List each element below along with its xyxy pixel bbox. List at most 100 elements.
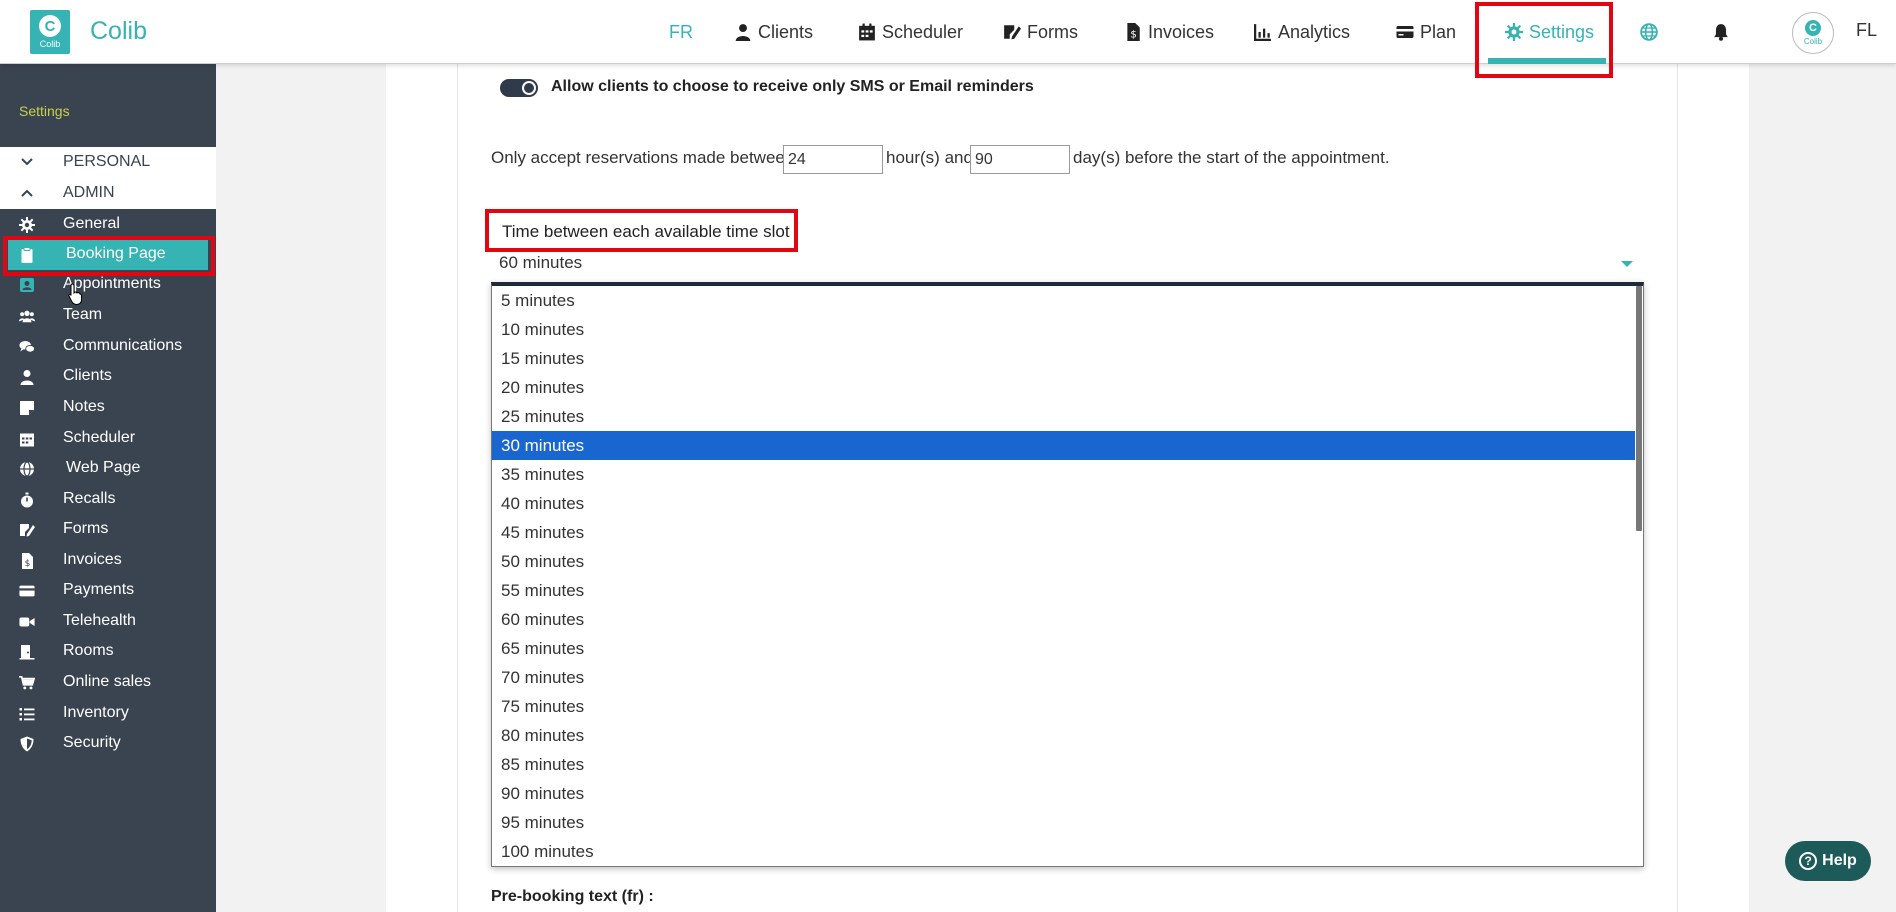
active-tab-indicator	[1488, 58, 1606, 64]
invoice-icon: $	[1124, 23, 1142, 41]
time-slot-option[interactable]: 35 minutes	[492, 460, 1643, 489]
time-slot-option[interactable]: 60 minutes	[492, 605, 1643, 634]
signature-icon	[19, 522, 35, 538]
min-hours-input[interactable]	[783, 145, 883, 174]
nav-settings[interactable]: Settings	[1505, 0, 1594, 64]
section-personal[interactable]: PERSONAL	[0, 147, 216, 178]
time-slot-options-list[interactable]: 5 minutes 10 minutes 15 minutes 20 minutes 2…	[491, 282, 1644, 867]
dropdown-scrollbar[interactable]	[1636, 286, 1642, 531]
time-slot-option[interactable]: 45 minutes	[492, 518, 1643, 547]
time-slot-option[interactable]: 90 minutes	[492, 779, 1643, 808]
colib-logo[interactable]: C Colib	[30, 10, 70, 54]
pre-booking-text-label: Pre-booking text (fr) :	[491, 888, 654, 905]
time-slot-option[interactable]: 30 minutes	[492, 431, 1635, 460]
time-slot-option[interactable]: 55 minutes	[492, 576, 1643, 605]
calendar-icon	[858, 23, 876, 41]
sidebar-item-booking-page[interactable]: Booking Page	[8, 240, 208, 270]
time-slot-option[interactable]: 95 minutes	[492, 808, 1643, 837]
sidebar-item-clients[interactable]: Clients	[0, 362, 216, 392]
shield-icon	[19, 736, 35, 752]
time-slot-option[interactable]: 20 minutes	[492, 373, 1643, 402]
gear-icon	[19, 217, 35, 233]
language-globe-button[interactable]	[1640, 0, 1664, 64]
bell-icon	[1712, 23, 1730, 41]
sidebar-header: Settings	[0, 64, 216, 146]
credit-card-icon	[1396, 23, 1414, 41]
settings-sidebar: Settings PERSONAL ADMIN General Booking …	[0, 64, 216, 912]
sidebar-item-online-sales[interactable]: Online sales	[0, 668, 216, 698]
nav-scheduler[interactable]: Scheduler	[858, 0, 963, 64]
sidebar-item-scheduler[interactable]: Scheduler	[0, 424, 216, 454]
time-slot-option[interactable]: 85 minutes	[492, 750, 1643, 779]
top-navbar: C Colib Colib FR Clients Scheduler Forms…	[0, 0, 1896, 64]
invoice-icon: $	[19, 553, 35, 569]
sidebar-item-invoices[interactable]: $ Invoices	[0, 546, 216, 576]
time-slot-option[interactable]: 40 minutes	[492, 489, 1643, 518]
bar-chart-icon	[1254, 23, 1272, 41]
sidebar-item-team[interactable]: Team	[0, 301, 216, 331]
video-icon	[19, 614, 35, 630]
sidebar-item-rooms[interactable]: Rooms	[0, 637, 216, 667]
user-initials[interactable]: FL	[1856, 20, 1877, 41]
chat-icon	[19, 339, 35, 355]
time-slot-option[interactable]: 70 minutes	[492, 663, 1643, 692]
sidebar-item-general[interactable]: General	[0, 210, 216, 240]
sidebar-item-payments[interactable]: Payments	[0, 576, 216, 606]
time-slot-option[interactable]: 100 minutes	[492, 837, 1643, 866]
sms-email-reminder-toggle[interactable]	[500, 79, 538, 97]
cart-icon	[19, 675, 35, 691]
sidebar-item-forms[interactable]: Forms	[0, 515, 216, 545]
sidebar-item-security[interactable]: Security	[0, 729, 216, 759]
sidebar-title: Settings	[19, 103, 70, 119]
nav-forms[interactable]: Forms	[1003, 0, 1078, 64]
time-slot-option[interactable]: 5 minutes	[492, 286, 1643, 315]
signature-icon	[1003, 23, 1021, 41]
team-icon	[19, 308, 35, 324]
max-days-input[interactable]	[970, 145, 1070, 174]
nav-invoices[interactable]: $ Invoices	[1124, 0, 1214, 64]
stopwatch-icon	[19, 492, 35, 508]
sidebar-item-appointments[interactable]: Appointments	[0, 270, 216, 300]
time-slot-select[interactable]: 60 minutes	[499, 253, 582, 273]
time-slot-option[interactable]: 80 minutes	[492, 721, 1643, 750]
reservation-middle-text: hour(s) and	[886, 148, 973, 167]
globe-icon	[19, 461, 35, 477]
note-icon	[19, 400, 35, 416]
credit-card-icon	[19, 583, 35, 599]
time-slot-option[interactable]: 25 minutes	[492, 402, 1643, 431]
time-slot-option[interactable]: 50 minutes	[492, 547, 1643, 576]
time-slot-option[interactable]: 10 minutes	[492, 315, 1643, 344]
question-circle-icon: ?	[1799, 852, 1818, 870]
gear-icon	[1505, 23, 1523, 41]
sidebar-item-web-page[interactable]: Web Page	[0, 454, 216, 484]
language-switch-fr[interactable]: FR	[669, 0, 693, 64]
nav-analytics[interactable]: Analytics	[1254, 0, 1350, 64]
calendar-icon	[19, 431, 35, 447]
sidebar-item-communications[interactable]: Communications	[0, 332, 216, 362]
section-admin[interactable]: ADMIN	[0, 178, 216, 209]
sidebar-item-telehealth[interactable]: Telehealth	[0, 607, 216, 637]
clipboard-icon	[19, 247, 35, 263]
user-avatar[interactable]: C Colib	[1792, 12, 1834, 54]
reservation-suffix-text: day(s) before the start of the appointme…	[1073, 148, 1390, 167]
notifications-button[interactable]	[1712, 0, 1736, 64]
contact-card-icon	[19, 277, 35, 293]
svg-text:$: $	[1130, 30, 1136, 41]
sidebar-item-inventory[interactable]: Inventory	[0, 699, 216, 729]
time-slot-option[interactable]: 65 minutes	[492, 634, 1643, 663]
list-icon	[19, 706, 35, 722]
nav-plan[interactable]: Plan	[1396, 0, 1456, 64]
time-slot-option[interactable]: 15 minutes	[492, 344, 1643, 373]
mouse-pointer-hand-icon	[68, 283, 82, 305]
time-slot-option[interactable]: 75 minutes	[492, 692, 1643, 721]
help-button[interactable]: ? Help	[1785, 841, 1871, 881]
nav-clients[interactable]: Clients	[734, 0, 813, 64]
sidebar-item-recalls[interactable]: Recalls	[0, 485, 216, 515]
caret-down-icon[interactable]	[1621, 261, 1633, 267]
sidebar-item-notes[interactable]: Notes	[0, 393, 216, 423]
reservation-window-text: Only accept reservations made between	[491, 148, 795, 167]
brand-name[interactable]: Colib	[90, 17, 147, 46]
svg-text:$: $	[25, 559, 31, 569]
sms-email-reminder-label: Allow clients to choose to receive only …	[551, 78, 1034, 95]
chevron-up-icon	[21, 189, 33, 197]
